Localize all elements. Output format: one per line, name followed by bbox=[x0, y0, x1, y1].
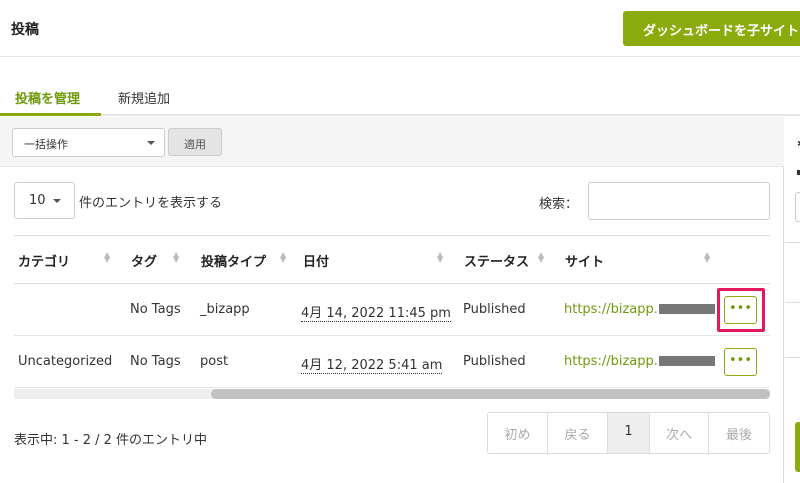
entries-length-label: 件のエントリを表示する bbox=[79, 196, 223, 211]
sort-icon: ▲ ▼ bbox=[104, 250, 111, 264]
cell-date: 4月 14, 2022 11:45 pm bbox=[301, 302, 451, 322]
search-label: 検索： bbox=[539, 197, 579, 212]
sort-icon: ▲ ▼ bbox=[173, 250, 180, 264]
column-header-status[interactable]: ステータス bbox=[464, 251, 529, 270]
pagination-prev-button[interactable]: 戻る bbox=[548, 413, 608, 453]
sort-icon: ▲ ▼ bbox=[704, 250, 711, 264]
cell-tags: No Tags bbox=[130, 354, 181, 369]
divider bbox=[785, 302, 800, 303]
pagination-first-button[interactable]: 初め bbox=[488, 413, 548, 453]
redacted-block bbox=[658, 304, 715, 314]
side-panel-button[interactable] bbox=[795, 422, 800, 472]
column-header-tags[interactable]: タグ bbox=[131, 251, 157, 270]
side-panel-glyph: ▪ bbox=[796, 167, 800, 178]
cell-site[interactable]: https://bizapp. bbox=[564, 354, 715, 369]
search-input[interactable] bbox=[588, 182, 770, 220]
scrollbar-thumb[interactable] bbox=[211, 389, 770, 399]
sort-icon: ▲ ▼ bbox=[538, 250, 545, 264]
table-row: No Tags _bizapp 4月 14, 2022 11:45 pm Pub… bbox=[14, 284, 770, 336]
tab-add-new[interactable]: 新規追加 bbox=[118, 88, 170, 107]
divider bbox=[785, 357, 800, 358]
sort-icon: ▲ ▼ bbox=[437, 250, 444, 264]
chevron-down-icon bbox=[53, 199, 61, 203]
active-tab-indicator bbox=[0, 113, 101, 116]
tab-manage-posts[interactable]: 投稿を管理 bbox=[15, 88, 80, 107]
right-side-panel: ✱ ▪ bbox=[785, 117, 800, 483]
pagination-page-1[interactable]: 1 bbox=[608, 413, 650, 453]
cell-status: Published bbox=[463, 354, 526, 369]
column-header-post-type[interactable]: 投稿タイプ bbox=[201, 251, 266, 270]
cell-post-type: _bizapp bbox=[200, 302, 250, 317]
pagination-last-button[interactable]: 最後 bbox=[709, 413, 769, 453]
dashboard-child-site-button[interactable]: ダッシュボードを子サイト bbox=[623, 11, 800, 46]
table-row: Uncategorized No Tags post 4月 12, 2022 5… bbox=[14, 336, 770, 388]
bulk-action-value: 一括操作 bbox=[24, 138, 68, 151]
cell-date: 4月 12, 2022 5:41 am bbox=[301, 354, 443, 374]
table-header: カテゴリ ▲ ▼ タグ ▲ ▼ 投稿タイプ ▲ ▼ 日付 ▲ ▼ ステータス ▲ ▼ サイ… bbox=[14, 235, 770, 284]
side-panel-field[interactable] bbox=[795, 192, 800, 222]
divider bbox=[785, 242, 800, 243]
pagination: 初め 戻る 1 次へ 最後 bbox=[487, 412, 770, 454]
horizontal-scrollbar[interactable] bbox=[14, 389, 770, 399]
column-header-site[interactable]: サイト bbox=[565, 251, 604, 270]
highlight-box bbox=[717, 288, 765, 332]
column-header-category[interactable]: カテゴリ bbox=[18, 251, 70, 270]
tab-bar: 投稿を管理 新規追加 bbox=[0, 80, 800, 116]
entries-length-value: 10 bbox=[29, 193, 46, 208]
apply-button[interactable]: 適用 bbox=[168, 128, 222, 156]
redacted-block bbox=[658, 356, 715, 366]
entries-length-select[interactable]: 10 bbox=[14, 182, 75, 219]
bulk-action-select[interactable]: 一括操作 bbox=[12, 128, 165, 157]
cell-site[interactable]: https://bizapp. bbox=[564, 302, 715, 317]
site-link[interactable]: https://bizapp. bbox=[564, 354, 658, 369]
chevron-down-icon bbox=[147, 141, 155, 145]
posts-panel: 一括操作 適用 10 件のエントリを表示する 検索： カテゴリ ▲ ▼ タグ ▲ ▼… bbox=[0, 117, 784, 483]
sort-icon: ▲ ▼ bbox=[280, 250, 287, 264]
cell-tags: No Tags bbox=[130, 302, 181, 317]
row-actions-button[interactable]: ••• bbox=[724, 348, 757, 376]
site-link[interactable]: https://bizapp. bbox=[564, 302, 658, 317]
cell-post-type: post bbox=[200, 354, 229, 369]
table-info: 表示中: 1 - 2 / 2 件のエントリ中 bbox=[14, 433, 208, 448]
column-header-date[interactable]: 日付 bbox=[303, 251, 329, 270]
bulk-actions-bar: 一括操作 適用 bbox=[0, 117, 784, 167]
cell-category: Uncategorized bbox=[18, 354, 113, 369]
pagination-next-button[interactable]: 次へ bbox=[650, 413, 709, 453]
cell-status: Published bbox=[463, 302, 526, 317]
top-bar: 投稿 ダッシュボードを子サイト bbox=[0, 0, 800, 57]
page-title: 投稿 bbox=[11, 22, 39, 38]
